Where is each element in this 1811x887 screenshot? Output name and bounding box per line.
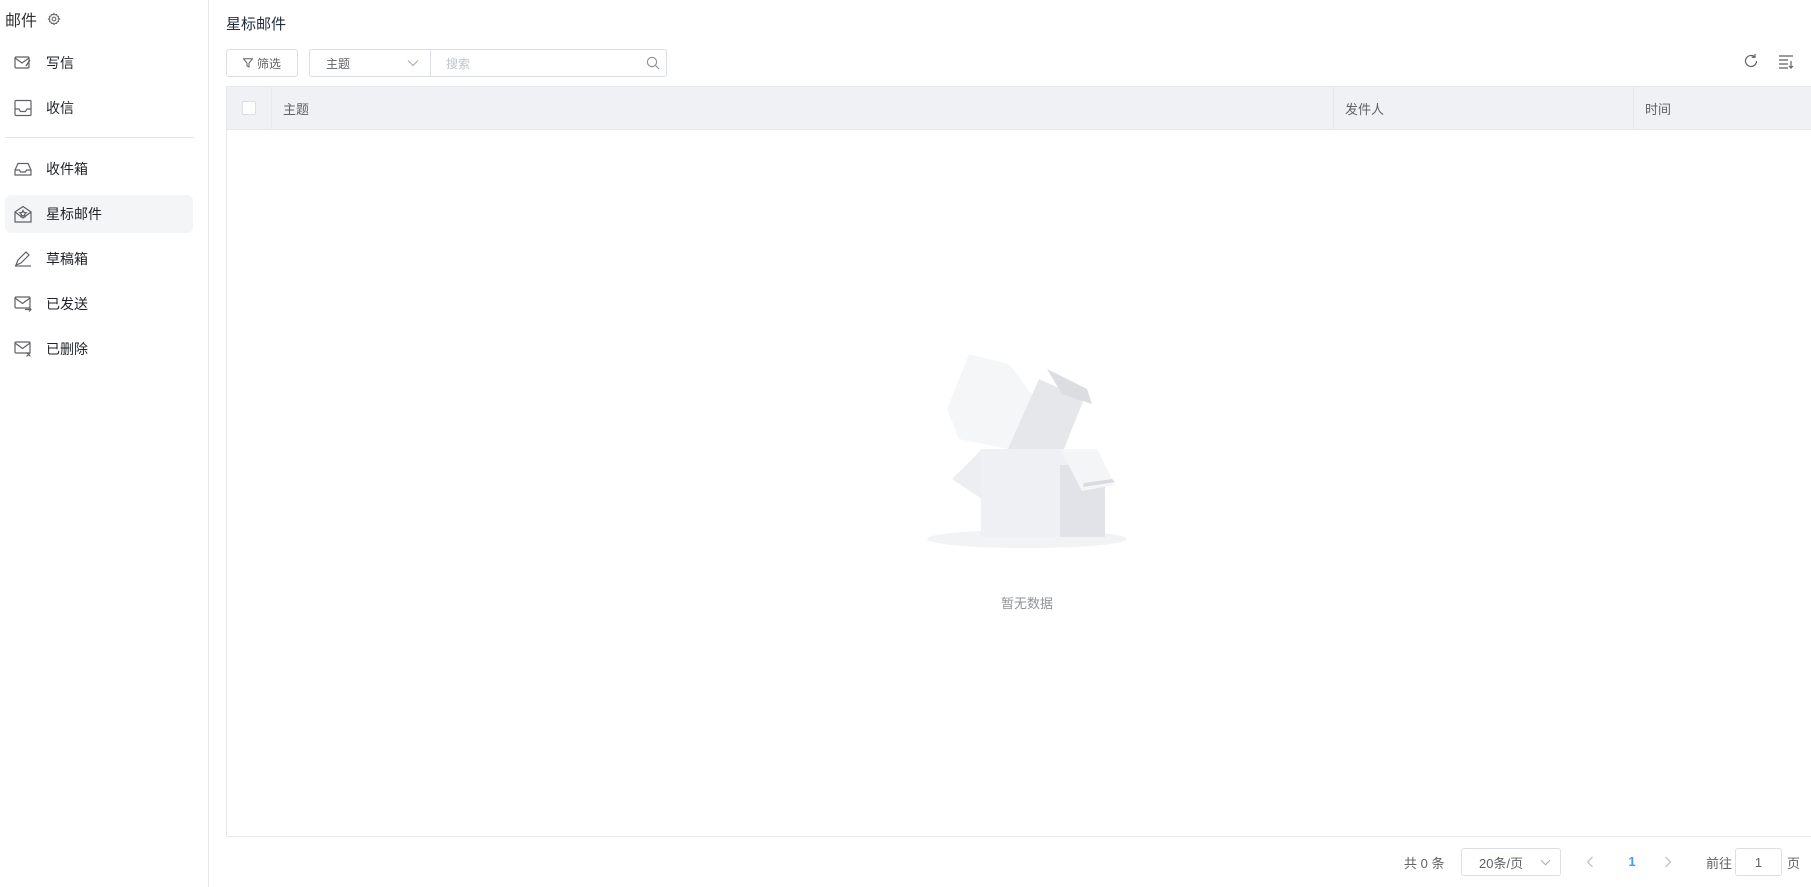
refresh-icon[interactable]	[1743, 53, 1761, 71]
filter-icon	[242, 58, 253, 68]
drafts-icon	[13, 249, 33, 269]
sidebar-divider	[5, 137, 194, 138]
column-header-sender[interactable]: 发件人	[1334, 87, 1634, 129]
search-input[interactable]	[431, 50, 638, 78]
receive-label: 收信	[46, 100, 74, 116]
receive-mail-icon	[13, 98, 33, 118]
app-title: 邮件	[5, 13, 38, 30]
sidebar-item-label: 收件箱	[46, 161, 88, 177]
page-number[interactable]: 1	[1620, 852, 1644, 872]
sidebar-item-sent[interactable]: 已发送	[5, 285, 193, 323]
inbox-icon	[13, 159, 33, 179]
sidebar-item-inbox[interactable]: 收件箱	[5, 150, 193, 188]
sent-mail-icon	[13, 294, 33, 314]
sidebar-item-label: 草稿箱	[46, 251, 88, 267]
sidebar-header: 邮件	[5, 8, 62, 30]
gear-icon[interactable]	[46, 11, 62, 27]
goto-page-input[interactable]	[1735, 848, 1782, 876]
goto-suffix: 页	[1787, 855, 1801, 871]
prev-page-button[interactable]	[1580, 852, 1600, 872]
column-settings-icon[interactable]	[1778, 53, 1796, 71]
sidebar-item-label: 已发送	[46, 296, 88, 312]
page-size-value: 20条/页	[1479, 855, 1524, 871]
search-box	[430, 49, 667, 78]
sidebar-item-deleted[interactable]: 已删除	[5, 330, 193, 368]
select-all-checkbox[interactable]	[242, 101, 256, 115]
receive-button[interactable]: 收信	[5, 89, 193, 127]
sidebar-item-starred[interactable]: 星标邮件	[5, 195, 193, 233]
goto-label: 前往	[1706, 855, 1733, 871]
empty-state-text: 暂无数据	[1000, 596, 1053, 611]
chevron-right-icon	[1665, 856, 1672, 868]
search-field-select[interactable]: 主题	[309, 49, 431, 77]
chevron-down-icon	[1540, 859, 1551, 866]
next-page-button[interactable]	[1658, 852, 1678, 872]
compose-mail-icon	[13, 53, 33, 73]
sidebar: 邮件 写信 收信 收件箱 星标邮件 草稿箱 已发送 已删除	[0, 0, 209, 887]
select-all-cell	[227, 87, 272, 129]
chevron-left-icon	[1586, 856, 1593, 868]
page-title: 星标邮件	[226, 16, 287, 33]
chevron-down-icon	[407, 60, 419, 67]
total-count: 共 0 条	[1404, 855, 1445, 871]
empty-box-illustration	[927, 354, 1127, 548]
mail-table: 主题 发件人 时间 暂无数据	[226, 86, 1811, 837]
compose-label: 写信	[46, 55, 74, 71]
sidebar-item-drafts[interactable]: 草稿箱	[5, 240, 193, 278]
table-header: 主题 发件人 时间	[227, 87, 1811, 130]
search-icon[interactable]	[646, 56, 660, 73]
compose-button[interactable]: 写信	[5, 44, 193, 82]
page-size-select[interactable]: 20条/页	[1461, 848, 1561, 876]
search-field-value: 主题	[326, 56, 351, 71]
sidebar-item-label: 已删除	[46, 341, 88, 357]
sidebar-item-label: 星标邮件	[46, 206, 102, 222]
deleted-mail-icon	[13, 339, 33, 359]
column-header-time[interactable]: 时间	[1634, 87, 1811, 129]
filter-button[interactable]: 筛选	[226, 49, 298, 77]
filter-label: 筛选	[256, 56, 281, 71]
starred-mail-icon	[13, 204, 33, 224]
column-header-subject[interactable]: 主题	[272, 87, 1334, 129]
